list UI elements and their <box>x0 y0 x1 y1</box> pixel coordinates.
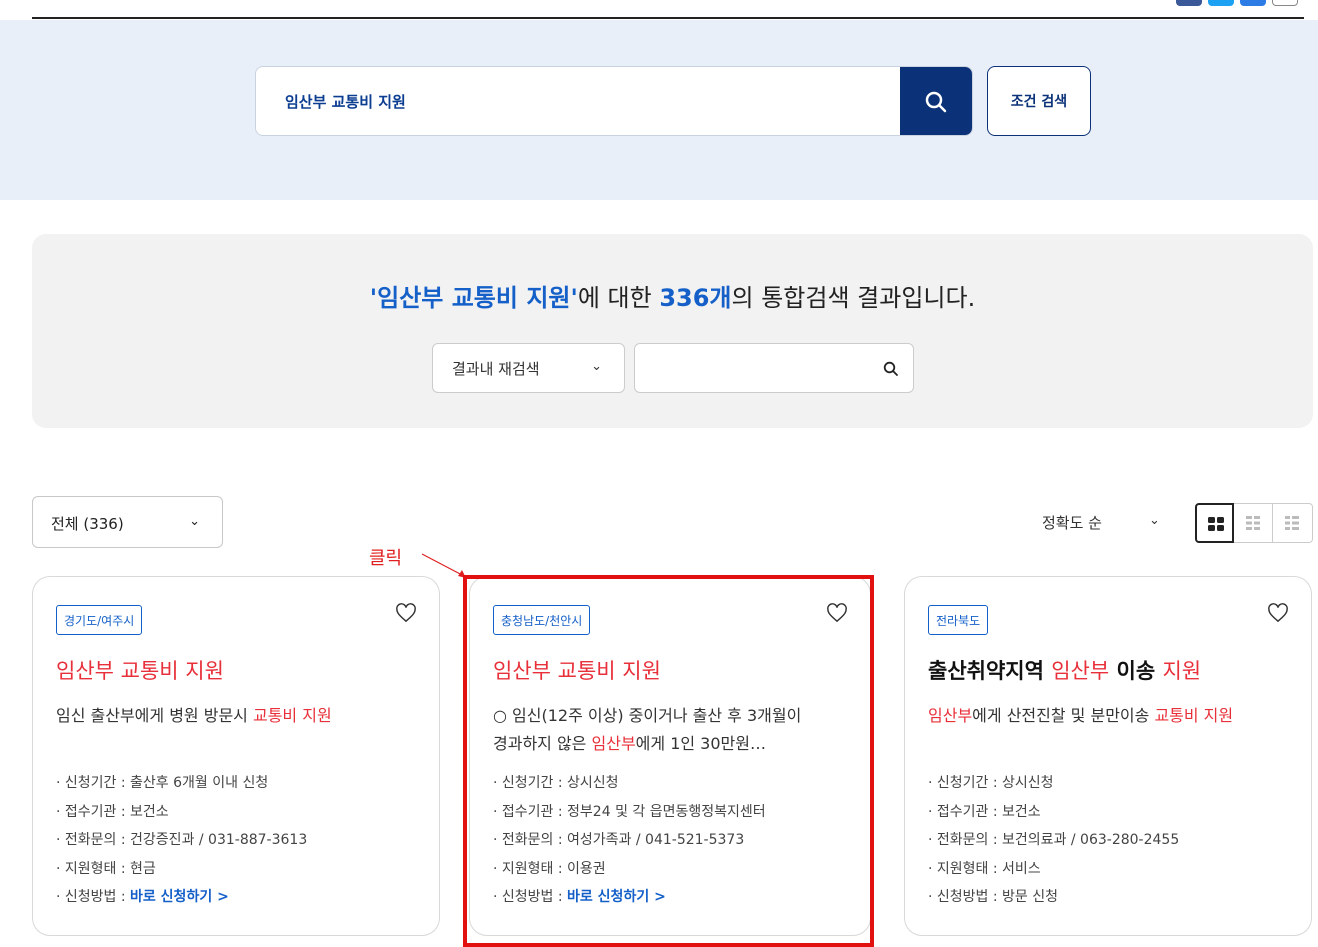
top-strip <box>0 0 1318 20</box>
sort-select[interactable]: 정확도 순 <box>1042 512 1102 533</box>
desc-keyword: 교통비 지원 <box>1154 706 1234 725</box>
apply-now-link[interactable]: 바로 신청하기 > <box>567 889 666 905</box>
desc-keyword: 교통비 지원 <box>252 706 332 725</box>
title-keyword: 지원 <box>1162 659 1202 683</box>
region-tag: 경기도/여주시 <box>56 605 143 635</box>
meta-type: 지원형태 : 이용권 <box>493 855 766 884</box>
apply-now-link[interactable]: 바로 신청하기 > <box>130 889 229 905</box>
desc-keyword: 임산부 <box>928 706 973 725</box>
search-button[interactable] <box>900 67 972 135</box>
heart-icon[interactable] <box>395 603 417 623</box>
meta-type: 지원형태 : 현금 <box>56 855 307 884</box>
headline-mid: 에 대한 <box>577 284 660 312</box>
meta-phone: 전화문의 : 여성가족과 / 041-521-5373 <box>493 826 766 855</box>
meta-period: 신청기간 : 출산후 6개월 이내 신청 <box>56 769 307 798</box>
search-icon <box>925 91 947 113</box>
grid-view-icon <box>1208 517 1224 531</box>
search-query-text[interactable]: 임산부 교통비 지원 <box>285 91 406 112</box>
meta-phone: 전화문의 : 건강증진과 / 031-887-3613 <box>56 826 307 855</box>
chevron-down-icon[interactable]: ⌄ <box>1149 513 1160 528</box>
title-keyword: 임산부 <box>1051 659 1110 683</box>
desc-text: 에게 산전진찰 및 분만이송 <box>972 706 1155 725</box>
desc-line-2: 경과하지 않은 임산부에게 1인 30만원… <box>493 730 850 758</box>
meta-method: 신청방법 : 방문 신청 <box>928 883 1179 912</box>
heart-icon[interactable] <box>1267 603 1289 623</box>
result-card[interactable]: 경기도/여주시 임산부 교통비 지원 임신 출산부에게 병원 방문시 교통비 지… <box>32 576 440 936</box>
meta-type: 지원형태 : 서비스 <box>928 855 1179 884</box>
click-annotation-label: 클릭 <box>369 548 403 569</box>
meta-agency: 접수기관 : 보건소 <box>56 798 307 827</box>
meta-method: 신청방법 : 바로 신청하기 > <box>56 883 307 912</box>
meta-phone: 전화문의 : 보건의료과 / 063-280-2455 <box>928 826 1179 855</box>
result-summary: '임산부 교통비 지원'에 대한 336개의 통합검색 결과입니다. 결과내 재… <box>32 234 1313 428</box>
desc-text: 경과하지 않은 <box>493 734 592 753</box>
heart-icon[interactable] <box>826 603 848 623</box>
card-meta-list: 신청기간 : 상시신청 접수기관 : 보건소 전화문의 : 보건의료과 / 06… <box>928 769 1179 912</box>
headline-count: 336개 <box>659 284 732 312</box>
grid-view-button[interactable] <box>1195 503 1234 543</box>
header-rule <box>32 17 1304 19</box>
result-headline: '임산부 교통비 지원'에 대한 336개의 통합검색 결과입니다. <box>32 278 1313 313</box>
desc-line-1: ○ 임신(12주 이상) 중이거나 출산 후 3개월이 <box>493 706 802 725</box>
desc-text: 에게 1인 30만원… <box>635 734 766 753</box>
card-meta-list: 신청기간 : 출산후 6개월 이내 신청 접수기관 : 보건소 전화문의 : 건… <box>56 769 307 912</box>
list-view-icon <box>1285 516 1299 530</box>
rescope-input[interactable] <box>634 343 914 393</box>
meta-agency: 접수기관 : 보건소 <box>928 798 1179 827</box>
rescope-select-label: 결과내 재검색 <box>452 360 540 378</box>
twitter-share-icon[interactable] <box>1208 0 1234 6</box>
region-tag: 전라북도 <box>928 605 989 635</box>
card-description: 임신 출산부에게 병원 방문시 교통비 지원 <box>56 702 419 730</box>
card-title[interactable]: 출산취약지역 임산부 이송 지원 <box>928 655 1201 685</box>
rescope-select[interactable]: 결과내 재검색 ⌄ <box>432 343 625 393</box>
result-card[interactable]: 전라북도 출산취약지역 임산부 이송 지원 임산부에게 산전진찰 및 분만이송 … <box>904 576 1312 936</box>
link-copy-icon[interactable] <box>1272 0 1298 6</box>
card-description: 임산부에게 산전진찰 및 분만이송 교통비 지원 <box>928 702 1291 730</box>
meta-period: 신청기간 : 상시신청 <box>928 769 1179 798</box>
region-tag: 충청남도/천안시 <box>493 605 591 635</box>
search-input[interactable]: 임산부 교통비 지원 <box>255 66 973 136</box>
search-icon[interactable] <box>883 361 899 377</box>
card-title[interactable]: 임산부 교통비 지원 <box>493 655 661 685</box>
title-part: 출산취약지역 <box>928 659 1052 683</box>
chevron-down-icon: ⌄ <box>591 359 602 374</box>
headline-suffix: 의 통합검색 결과입니다. <box>731 284 976 312</box>
result-card[interactable]: 충청남도/천안시 임산부 교통비 지원 ○ 임신(12주 이상) 중이거나 출산… <box>469 576 871 936</box>
headline-query: '임산부 교통비 지원' <box>369 284 578 312</box>
category-filter-label: 전체 (336) <box>51 515 124 533</box>
desc-keyword: 임산부 <box>591 734 636 753</box>
chevron-down-icon: ⌄ <box>189 514 200 529</box>
card-title[interactable]: 임산부 교통비 지원 <box>56 655 224 685</box>
facebook-share-icon[interactable] <box>1176 0 1202 6</box>
condition-search-button[interactable]: 조건 검색 <box>987 66 1091 136</box>
meta-method-label: 신청방법 : <box>64 889 131 905</box>
meta-period: 신청기간 : 상시신청 <box>493 769 766 798</box>
card-description: ○ 임신(12주 이상) 중이거나 출산 후 3개월이 경과하지 않은 임산부에… <box>493 702 850 758</box>
compact-grid-view-button[interactable] <box>1234 503 1273 543</box>
meta-agency: 접수기관 : 정부24 및 각 읍면동행정복지센터 <box>493 798 766 827</box>
category-filter-select[interactable]: 전체 (336) ⌄ <box>32 496 223 548</box>
title-part: 이송 <box>1109 659 1163 683</box>
meta-method-label: 신청방법 : <box>501 889 568 905</box>
meta-method: 신청방법 : 바로 신청하기 > <box>493 883 766 912</box>
compact-grid-icon <box>1246 516 1260 530</box>
card-meta-list: 신청기간 : 상시신청 접수기관 : 정부24 및 각 읍면동행정복지센터 전화… <box>493 769 766 912</box>
desc-text: 임신 출산부에게 병원 방문시 <box>56 706 253 725</box>
blog-share-icon[interactable] <box>1240 0 1266 6</box>
search-hero: 임산부 교통비 지원 조건 검색 <box>0 20 1318 200</box>
list-view-button[interactable] <box>1273 503 1313 543</box>
